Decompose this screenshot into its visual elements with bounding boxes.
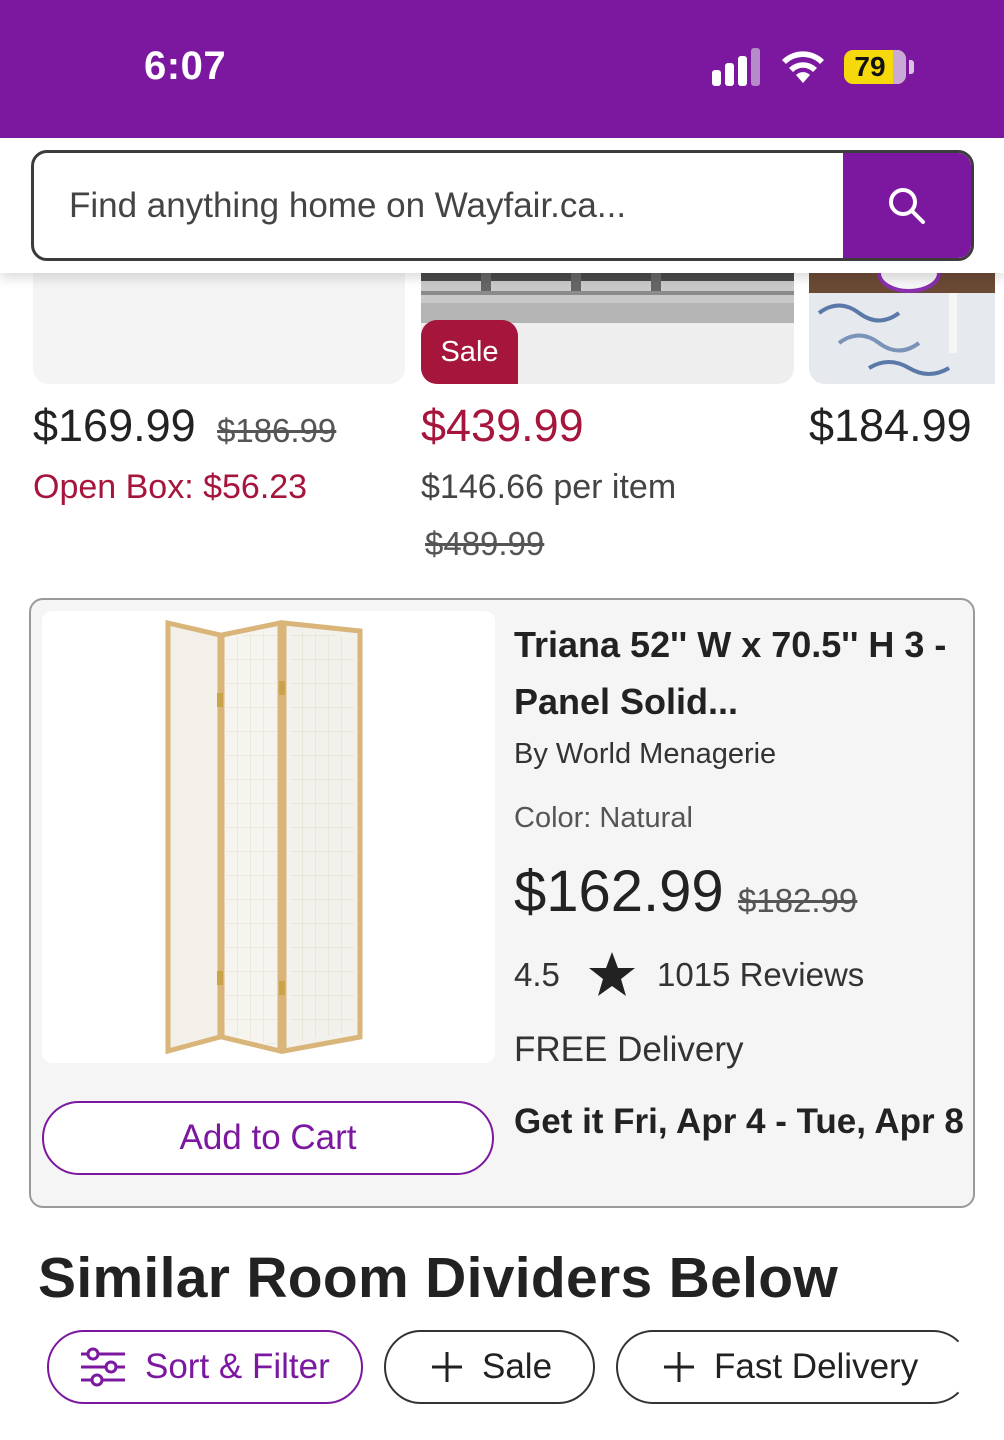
plus-icon: [430, 1350, 464, 1384]
wifi-icon: [782, 51, 824, 83]
battery-icon: 79: [844, 50, 906, 84]
search-header: [0, 138, 1004, 273]
sale-badge: Sale: [421, 320, 518, 384]
carousel-price-1: $169.99: [33, 400, 196, 451]
section-title: Similar Room Dividers Below: [38, 1246, 838, 1310]
product-rating: 4.5: [514, 956, 560, 993]
plus-icon: [662, 1350, 696, 1384]
sort-filter-button[interactable]: Sort & Filter: [47, 1330, 363, 1404]
search-button[interactable]: [843, 153, 971, 258]
sale-filter-label: Sale: [482, 1347, 553, 1386]
carousel-old-price-2: $489.99: [425, 525, 545, 562]
carousel-price-3: $184.99: [809, 400, 972, 451]
add-to-cart-button[interactable]: Add to Cart: [42, 1101, 494, 1175]
product-color: Color: Natural: [514, 802, 693, 834]
battery-tip: [909, 60, 914, 74]
fast-delivery-filter-label: Fast Delivery: [714, 1347, 919, 1386]
rug-photo: [809, 273, 995, 384]
product-card[interactable]: Add to Cart Triana 52'' W x 70.5'' H 3 -…: [29, 598, 975, 1208]
open-box-price: Open Box: $56.23: [33, 468, 308, 506]
product-reviews[interactable]: 1015 Reviews: [657, 956, 864, 994]
search-input[interactable]: [34, 153, 846, 258]
carousel-old-price-1: $186.99: [217, 412, 337, 449]
battery-level: 79: [854, 51, 886, 82]
sale-filter-chip[interactable]: Sale: [384, 1330, 595, 1404]
per-item-price: $146.66 per item: [421, 468, 677, 506]
carousel-product-image-3[interactable]: [809, 273, 995, 384]
star-icon: [589, 952, 635, 996]
status-time: 6:07: [144, 44, 227, 88]
product-old-price: $182.99: [738, 882, 858, 919]
sort-filter-label: Sort & Filter: [145, 1347, 330, 1386]
product-image[interactable]: [42, 611, 495, 1063]
status-bar: 6:07 79: [0, 0, 1004, 138]
search-bar: [31, 150, 974, 261]
product-title[interactable]: Triana 52'' W x 70.5'' H 3 - Panel Solid…: [514, 616, 954, 730]
search-icon: [889, 187, 925, 224]
product-delivery: FREE Delivery: [514, 1030, 744, 1069]
product-brand[interactable]: By World Menagerie: [514, 738, 776, 771]
room-divider-image: [165, 619, 363, 1055]
carousel-price-2: $439.99: [421, 400, 584, 451]
fast-delivery-filter-chip[interactable]: Fast Delivery: [616, 1330, 970, 1404]
product-price: $162.99: [514, 859, 724, 924]
signal-icon: [712, 48, 760, 86]
product-delivery-date: Get it Fri, Apr 4 - Tue, Apr 8: [514, 1102, 964, 1141]
carousel-product-image-1[interactable]: [33, 273, 405, 384]
sliders-icon: [79, 1347, 127, 1387]
